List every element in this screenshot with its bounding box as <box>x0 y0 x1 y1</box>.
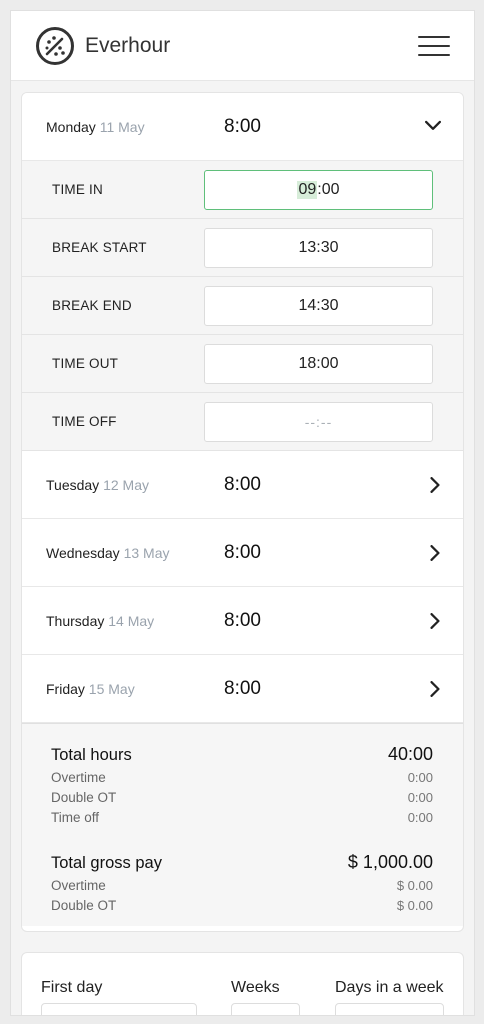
app-header: Everhour <box>11 11 474 81</box>
hamburger-menu-icon[interactable] <box>418 34 450 58</box>
overtime-hours-line: Overtime 0:00 <box>51 768 433 788</box>
overtime-pay-line: Overtime $ 0.00 <box>51 876 433 896</box>
time-out-input[interactable]: 18:00 <box>204 344 433 384</box>
double-ot-label: Double OT <box>51 790 117 805</box>
time-in-row: TIME IN 09:00 <box>22 161 463 219</box>
weeks-input[interactable] <box>231 1003 300 1015</box>
day-label: Thursday 14 May <box>46 612 155 629</box>
total-pay-line: Total gross pay $ 1,000.00 <box>51 852 433 873</box>
break-start-row: BREAK START 13:30 <box>22 219 463 277</box>
settings-card: First day Weeks Days in a week <box>21 952 464 1015</box>
time-in-input[interactable]: 09:00 <box>204 170 433 210</box>
week-card: Monday 11 May 8:00 TIME IN 09:00 BREAK S… <box>21 92 464 932</box>
time-off-hours-line: Time off 0:00 <box>51 808 433 828</box>
day-label: Monday 11 May <box>46 118 145 135</box>
everhour-logo-icon <box>36 26 74 65</box>
overtime-label: Overtime <box>51 770 106 785</box>
day-label: Wednesday 13 May <box>46 544 170 561</box>
double-ot-pay-label: Double OT <box>51 898 117 913</box>
time-off-label: TIME OFF <box>52 414 117 429</box>
total-pay-value: $ 1,000.00 <box>347 852 433 872</box>
first-day-label: First day <box>41 979 103 996</box>
weeks-label: Weeks <box>231 979 280 996</box>
total-hours-line: Total hours 40:00 <box>51 744 433 765</box>
double-ot-pay-value: $ 0.00 <box>396 898 433 913</box>
first-day-select[interactable] <box>41 1003 197 1015</box>
total-pay-label: Total gross pay <box>51 854 162 872</box>
time-off-row: TIME OFF --:-- <box>22 393 463 451</box>
break-start-input[interactable]: 13:30 <box>204 228 433 268</box>
time-in-label: TIME IN <box>52 182 103 197</box>
chevron-right-icon[interactable] <box>427 680 443 697</box>
double-ot-value: 0:00 <box>407 790 433 805</box>
double-ot-pay-line: Double OT $ 0.00 <box>51 896 433 916</box>
total-hours-value: 40:00 <box>387 744 433 764</box>
day-label: Friday 15 May <box>46 680 135 697</box>
days-in-week-label: Days in a week <box>335 979 444 996</box>
break-end-input[interactable]: 14:30 <box>204 286 433 326</box>
time-out-label: TIME OUT <box>52 356 119 371</box>
time-off-input[interactable]: --:-- <box>204 402 433 442</box>
app-frame: Everhour Monday 11 May 8:00 TIME IN 09:0… <box>10 10 475 1016</box>
break-end-row: BREAK END 14:30 <box>22 277 463 335</box>
day-row-thursday[interactable]: Thursday 14 May 8:00 <box>22 587 463 655</box>
chevron-right-icon[interactable] <box>427 612 443 629</box>
day-label: Tuesday 12 May <box>46 476 149 493</box>
total-hours-label: Total hours <box>51 746 132 764</box>
overtime-pay-label: Overtime <box>51 878 106 893</box>
chevron-right-icon[interactable] <box>427 476 443 493</box>
day-row-friday[interactable]: Friday 15 May 8:00 <box>22 655 463 723</box>
day-row-wednesday[interactable]: Wednesday 13 May 8:00 <box>22 519 463 587</box>
chevron-right-icon[interactable] <box>427 544 443 561</box>
app-name: Everhour <box>85 33 171 57</box>
overtime-pay-value: $ 0.00 <box>396 878 433 893</box>
day-row-tuesday[interactable]: Tuesday 12 May 8:00 <box>22 451 463 519</box>
time-off-total-label: Time off <box>51 810 100 825</box>
double-ot-hours-line: Double OT 0:00 <box>51 788 433 808</box>
time-off-total-value: 0:00 <box>407 810 433 825</box>
chevron-down-icon[interactable] <box>425 117 441 133</box>
break-end-label: BREAK END <box>52 298 132 313</box>
overtime-value: 0:00 <box>407 770 433 785</box>
day-row-monday[interactable]: Monday 11 May 8:00 <box>22 93 463 161</box>
days-in-week-input[interactable] <box>335 1003 444 1015</box>
brand[interactable]: Everhour <box>35 26 170 66</box>
totals-section: Total hours 40:00 Overtime 0:00 Double O… <box>22 723 463 926</box>
break-start-label: BREAK START <box>52 240 147 255</box>
time-out-row: TIME OUT 18:00 <box>22 335 463 393</box>
